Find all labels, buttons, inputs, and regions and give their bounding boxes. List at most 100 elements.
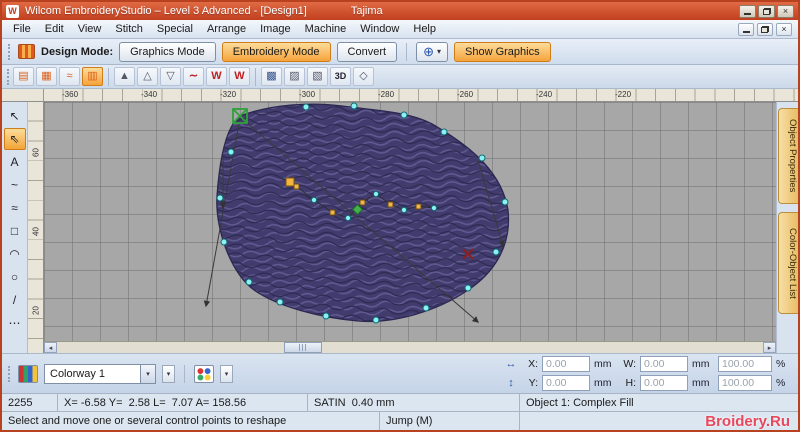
ruler-tick: -320 — [220, 90, 237, 99]
menu-window[interactable]: Window — [353, 21, 406, 37]
toolbar-grip[interactable] — [8, 365, 12, 382]
toolbox: ↖ ⇖ A ~ ≈ □ ◠ ○ / ⋯ — [2, 102, 28, 353]
menu-image[interactable]: Image — [253, 21, 298, 37]
tab-color-object-list[interactable]: Color-Object List — [778, 212, 798, 314]
3d-warp-icon[interactable]: 3D — [330, 67, 351, 86]
restore-icon — [762, 7, 771, 15]
colorway-value: Colorway 1 — [50, 367, 106, 380]
scale-w-field[interactable]: 100.00 — [718, 356, 772, 372]
liquid-effect-icon[interactable]: ▽ — [160, 67, 181, 86]
satin-stitch-icon[interactable]: ▤ — [13, 67, 34, 86]
minimize-icon — [744, 13, 751, 15]
toolbar-separator — [108, 67, 109, 86]
tatami-fill-icon[interactable]: ▦ — [36, 67, 57, 86]
transform-panel: ↔ X: 0.00 mm W: 0.00 mm 100.00 % ↕ Y: 0.… — [504, 356, 792, 392]
w-unit: mm — [692, 358, 710, 370]
scale-h-field[interactable]: 100.00 — [718, 375, 772, 391]
close-button[interactable]: × — [777, 4, 794, 18]
ruler-tick: -220 — [615, 90, 632, 99]
y-unit: mm — [594, 377, 612, 389]
hoop-globe-button[interactable]: ⊕ ▾ — [416, 41, 448, 62]
x-field[interactable]: 0.00 — [542, 356, 590, 372]
star-fill-icon[interactable]: ◇ — [353, 67, 374, 86]
y-field[interactable]: 0.00 — [542, 375, 590, 391]
reshape-tool[interactable]: ⇖ — [3, 128, 26, 150]
fusion-fill-icon[interactable]: ▲ — [114, 67, 135, 86]
scroll-right-button[interactable]: ▸ — [763, 342, 776, 353]
embroidery-mode-button[interactable]: Embroidery Mode — [221, 41, 331, 62]
minimize-button[interactable] — [739, 4, 756, 18]
satin-tool[interactable]: ≈ — [4, 197, 26, 219]
ruler-tick: -360 — [62, 90, 79, 99]
current-stitch-type: SATIN 0.40 mm — [308, 394, 520, 411]
toolbar-separator — [184, 364, 185, 383]
show-graphics-button[interactable]: Show Graphics — [454, 41, 551, 62]
double-zigzag-icon[interactable]: W — [229, 67, 250, 86]
menu-edit[interactable]: Edit — [38, 21, 71, 37]
w-label: W: — [623, 358, 636, 370]
penetrations-tool[interactable]: ⋯ — [4, 312, 26, 334]
colorway-select[interactable]: Colorway 1 ▾ — [44, 363, 156, 384]
design-object[interactable] — [44, 102, 776, 329]
scroll-left-button[interactable]: ◂ — [44, 342, 57, 353]
app-window: W Wilcom EmbroideryStudio – Level 3 Adva… — [0, 0, 800, 432]
convert-button[interactable]: Convert — [336, 41, 398, 62]
ruler-tick: -260 — [457, 90, 474, 99]
menu-special[interactable]: Special — [150, 21, 200, 37]
toolbar-separator — [255, 67, 256, 86]
mixer-menu-button[interactable]: ▾ — [220, 364, 233, 383]
mdi-close-button[interactable]: × — [776, 22, 792, 36]
colorway-bar: Colorway 1 ▾ ▾ ▾ ↔ X: 0.00 mm W: 0.00 mm… — [2, 353, 798, 393]
zigzag-stitch-icon[interactable]: W — [206, 67, 227, 86]
restore-button[interactable] — [758, 4, 775, 18]
tab-object-properties[interactable]: Object Properties — [778, 108, 798, 204]
design-canvas[interactable]: ◂ ▸ — [44, 102, 776, 353]
w-field[interactable]: 0.00 — [640, 356, 688, 372]
ruler-tick: 60 — [31, 148, 41, 157]
titlebar-machine-label: Tajima — [350, 5, 383, 17]
menu-stitch[interactable]: Stitch — [108, 21, 150, 37]
carving-stamp-icon[interactable]: ▨ — [284, 67, 305, 86]
size-icon: ↕ — [508, 377, 514, 389]
motif-run-icon[interactable]: ≈ — [59, 67, 80, 86]
scale-w-unit: % — [776, 358, 786, 370]
chevron-down-icon[interactable]: ▾ — [140, 364, 155, 383]
toolbar-grip[interactable] — [7, 68, 11, 85]
ellipse-tool[interactable]: ○ — [4, 266, 26, 288]
design-mode-icon — [18, 44, 35, 59]
open-object-tool[interactable]: ◠ — [4, 243, 26, 265]
vertical-ruler: 60 40 20 — [28, 102, 44, 353]
hint-bar: Select and move one or several control p… — [2, 411, 798, 430]
h-field[interactable]: 0.00 — [640, 375, 688, 391]
run-tool[interactable]: ~ — [4, 174, 26, 196]
pattern-fill-icon[interactable]: ▩ — [261, 67, 282, 86]
menu-machine[interactable]: Machine — [298, 21, 354, 37]
florentine-effect-icon[interactable]: △ — [137, 67, 158, 86]
colorway-menu-button[interactable]: ▾ — [162, 364, 175, 383]
menu-help[interactable]: Help — [406, 21, 443, 37]
app-icon: W — [6, 4, 19, 18]
mdi-minimize-button[interactable] — [738, 22, 754, 36]
select-tool[interactable]: ↖ — [4, 105, 26, 127]
toolbar-grip[interactable] — [8, 43, 12, 60]
titlebar: W Wilcom EmbroideryStudio – Level 3 Adva… — [2, 2, 798, 20]
selected-node[interactable] — [285, 177, 295, 187]
horizontal-scrollbar[interactable]: ◂ ▸ — [44, 341, 776, 353]
ruler-tick: -340 — [141, 90, 158, 99]
menu-view[interactable]: View — [71, 21, 109, 37]
scrollbar-thumb[interactable] — [284, 342, 322, 353]
lettering-tool[interactable]: A — [4, 151, 26, 173]
menu-file[interactable]: File — [6, 21, 38, 37]
closed-object-tool[interactable]: □ — [4, 220, 26, 242]
ruler-row: -360 -340 -320 -300 -280 -260 -240 -220 — [2, 89, 798, 102]
mdi-restore-button[interactable] — [757, 22, 773, 36]
line-tool[interactable]: / — [4, 289, 26, 311]
menu-arrange[interactable]: Arrange — [200, 21, 253, 37]
thread-palette-icon[interactable] — [18, 364, 38, 383]
design-mode-toolbar: Design Mode: Graphics Mode Embroidery Mo… — [2, 39, 798, 65]
program-split-icon[interactable]: ▥ — [82, 67, 103, 86]
texture-fill-icon[interactable]: ▧ — [307, 67, 328, 86]
color-mixer-icon[interactable] — [194, 364, 214, 383]
wave-effect-icon[interactable]: ∼ — [183, 67, 204, 86]
graphics-mode-button[interactable]: Graphics Mode — [119, 41, 216, 62]
